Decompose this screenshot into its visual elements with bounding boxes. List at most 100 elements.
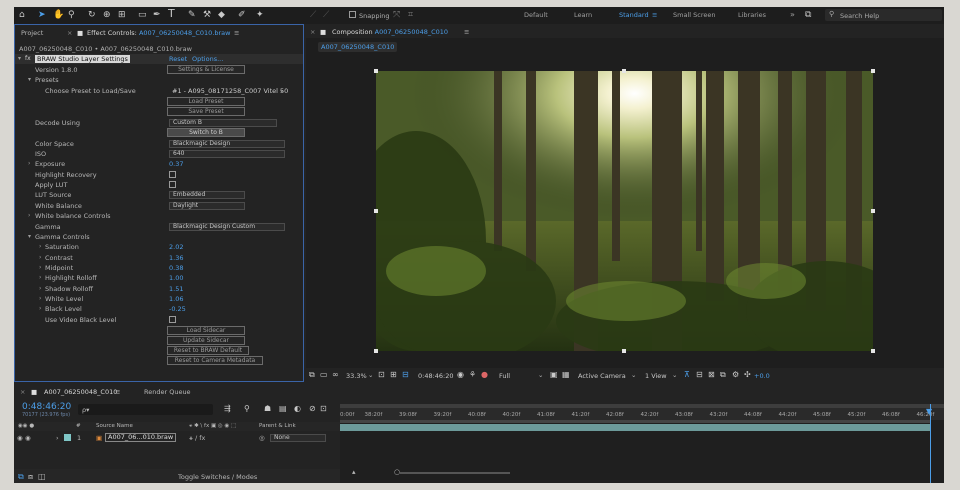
frame-blending-icon[interactable]: ▤ [279,404,287,414]
layer-switches-toggle-icon[interactable]: ⧉ [18,472,24,482]
workspace-default[interactable]: Default [524,11,548,19]
wb-controls-expand-icon[interactable]: › [28,212,30,219]
load-sidecar-button[interactable]: Load Sidecar [167,326,245,335]
more-workspaces-icon[interactable]: » [790,10,795,19]
zoom-chevron-icon[interactable]: ⌄ [368,371,373,379]
layer-name[interactable]: A007_06...010.braw [105,433,177,442]
roto-brush-icon[interactable]: ✐ [238,10,246,20]
timeline-search-field[interactable]: ρ▾ [78,404,213,415]
playhead-icon[interactable]: ▼ [926,407,932,416]
lut-source-dropdown[interactable]: Embedded [169,191,245,199]
resolution-chevron-icon[interactable]: ⌄ [538,371,543,379]
layer-expand-icon[interactable]: › [56,434,59,442]
transform-handle-bm[interactable] [622,349,626,353]
tab-project[interactable]: Project [21,29,43,37]
forest-footage-frame[interactable] [376,71,873,351]
zoom-slider[interactable] [400,472,510,474]
monitor-icon[interactable]: ▭ [320,370,328,380]
saturation-expand-icon[interactable]: › [39,243,41,250]
workspace-small-screen[interactable]: Small Screen [673,11,715,19]
exposure-expand-icon[interactable]: › [28,160,30,167]
zoom-slider-handle-icon[interactable]: ○ [394,468,400,476]
fx-badge[interactable]: fx [25,55,31,62]
iso-dropdown[interactable]: 640 [169,150,285,158]
transform-handle-tr[interactable] [871,69,875,73]
composition-sub-tab[interactable]: A007_06250048_C010 [318,42,398,52]
gamma-controls-collapse-icon[interactable]: ▾ [28,233,31,240]
midpoint-expand-icon[interactable]: › [39,264,41,271]
composition-menu-icon[interactable]: ≡ [464,28,469,36]
zoom-dropdown[interactable]: 33.3% [346,372,367,380]
composition-lock-icon[interactable]: ■ [320,28,326,36]
video-visibility-icon[interactable]: ◉ [17,434,23,442]
graph-toggle-icon[interactable]: ⊡ [320,404,327,414]
views-chevron-icon[interactable]: ⌄ [672,371,677,379]
axis-world-icon[interactable]: ⟋ [323,10,329,20]
flowchart-icon[interactable]: ⧉ [720,370,726,380]
resolution-dropdown[interactable]: Full [499,372,510,380]
timeline-current-time[interactable]: 0:48:46:20 [22,402,71,412]
parent-pickwhip-icon[interactable]: ◎ [259,434,265,442]
decode-using-dropdown[interactable]: Custom B [169,119,277,127]
layer-label-color[interactable] [64,434,71,441]
load-preset-button[interactable]: Load Preset [167,97,245,106]
snapshot-icon[interactable]: ◉ [457,370,464,380]
switch-to-b-button[interactable]: Switch to B [167,128,245,137]
layer-duration-bar[interactable] [340,424,930,431]
time-ruler[interactable]: 0:00f 38:20f 39:08f 39:20f 40:08f 40:20f 41:08… [340,408,944,420]
pen-tool-icon[interactable]: ✒ [153,10,161,20]
camera-dropdown[interactable]: Active Camera [578,372,626,380]
parent-dropdown[interactable]: None [270,434,326,442]
timeline-lock-icon[interactable]: ■ [31,388,37,396]
sync-settings-icon[interactable]: ⧉ [805,10,811,20]
type-tool-icon[interactable]: T [168,8,175,19]
toggle-pixel-aspect-icon[interactable]: ⊼ [684,370,690,380]
preset-dropdown[interactable]: #1 - A095_08171258_C007 Vitel 50 [172,87,288,95]
layer-row[interactable]: ◉ ◉ › 1 ▣ A007_06...010.braw ⚹ / fx ◎ No… [14,432,340,443]
reset-exposure-icon[interactable]: ⚙ [732,370,739,380]
fast-preview-icon[interactable]: ⊟ [696,370,703,380]
current-time[interactable]: 0:48:46:20 [418,372,454,380]
apply-lut-checkbox[interactable] [169,181,176,188]
grid-icon[interactable]: ⊞ [390,370,397,380]
tab-effect-controls[interactable]: Effect Controls: A007_06250048_C010.braw [87,29,230,37]
preset-chevron-icon[interactable]: ⌄ [279,86,284,94]
snap-icon[interactable]: ⤧ [393,10,400,20]
snap-options-icon[interactable]: ⌗ [408,10,413,20]
options-link[interactable]: Options... [192,55,223,63]
region-of-interest-icon[interactable]: ▣ [550,370,558,380]
black-level-expand-icon[interactable]: › [39,305,41,312]
exposure-offset[interactable]: +0.0 [754,372,770,380]
timeline-menu-icon[interactable]: ≡ [115,388,120,396]
use-video-black-checkbox[interactable] [169,316,176,323]
reset-camera-metadata-button[interactable]: Reset to Camera Metadata [167,356,263,365]
layer-switches-icon[interactable]: ⚹ / fx [189,434,205,443]
shy-layers-icon[interactable]: ☗ [264,404,271,414]
zoom-out-icon[interactable]: ▴ [352,468,356,476]
zoom-tool-icon[interactable]: ⚲ [68,10,75,20]
settings-license-button[interactable]: Settings & License [167,65,245,74]
audio-icon[interactable]: ◉ [25,434,31,442]
show-snapshot-icon[interactable]: ⚘ [469,370,476,380]
in-out-icon[interactable]: ◫ [38,472,46,481]
exposure-value[interactable]: 0.37 [169,160,183,168]
workspace-standard[interactable]: Standard [619,11,649,19]
contrast-expand-icon[interactable]: › [39,254,41,261]
collapse-icon[interactable]: ▾ [18,55,21,62]
transform-handle-br[interactable] [871,349,875,353]
home-icon[interactable]: ⌂ [19,10,25,20]
motion-blur-icon[interactable]: ◐ [294,404,301,414]
highlight-recovery-checkbox[interactable] [169,171,176,178]
composition-mini-flowchart-icon[interactable]: ⇶ [224,404,231,414]
panel-menu-icon[interactable]: ≡ [234,29,239,37]
col-parent-link[interactable]: Parent & Link [259,423,296,429]
transfer-controls-icon[interactable]: ⧈ [28,472,33,482]
camera-tool-icon[interactable]: ⊕ [103,10,111,20]
rectangle-tool-icon[interactable]: ▭ [138,10,147,20]
tab-render-queue[interactable]: Render Queue [144,388,191,396]
highlight-rolloff-expand-icon[interactable]: › [39,274,41,281]
save-preset-button[interactable]: Save Preset [167,107,245,116]
transform-handle-tl[interactable] [374,69,378,73]
exposure-icon[interactable]: ✣ [744,370,751,380]
effect-name[interactable]: BRAW Studio Layer Settings [35,55,130,63]
